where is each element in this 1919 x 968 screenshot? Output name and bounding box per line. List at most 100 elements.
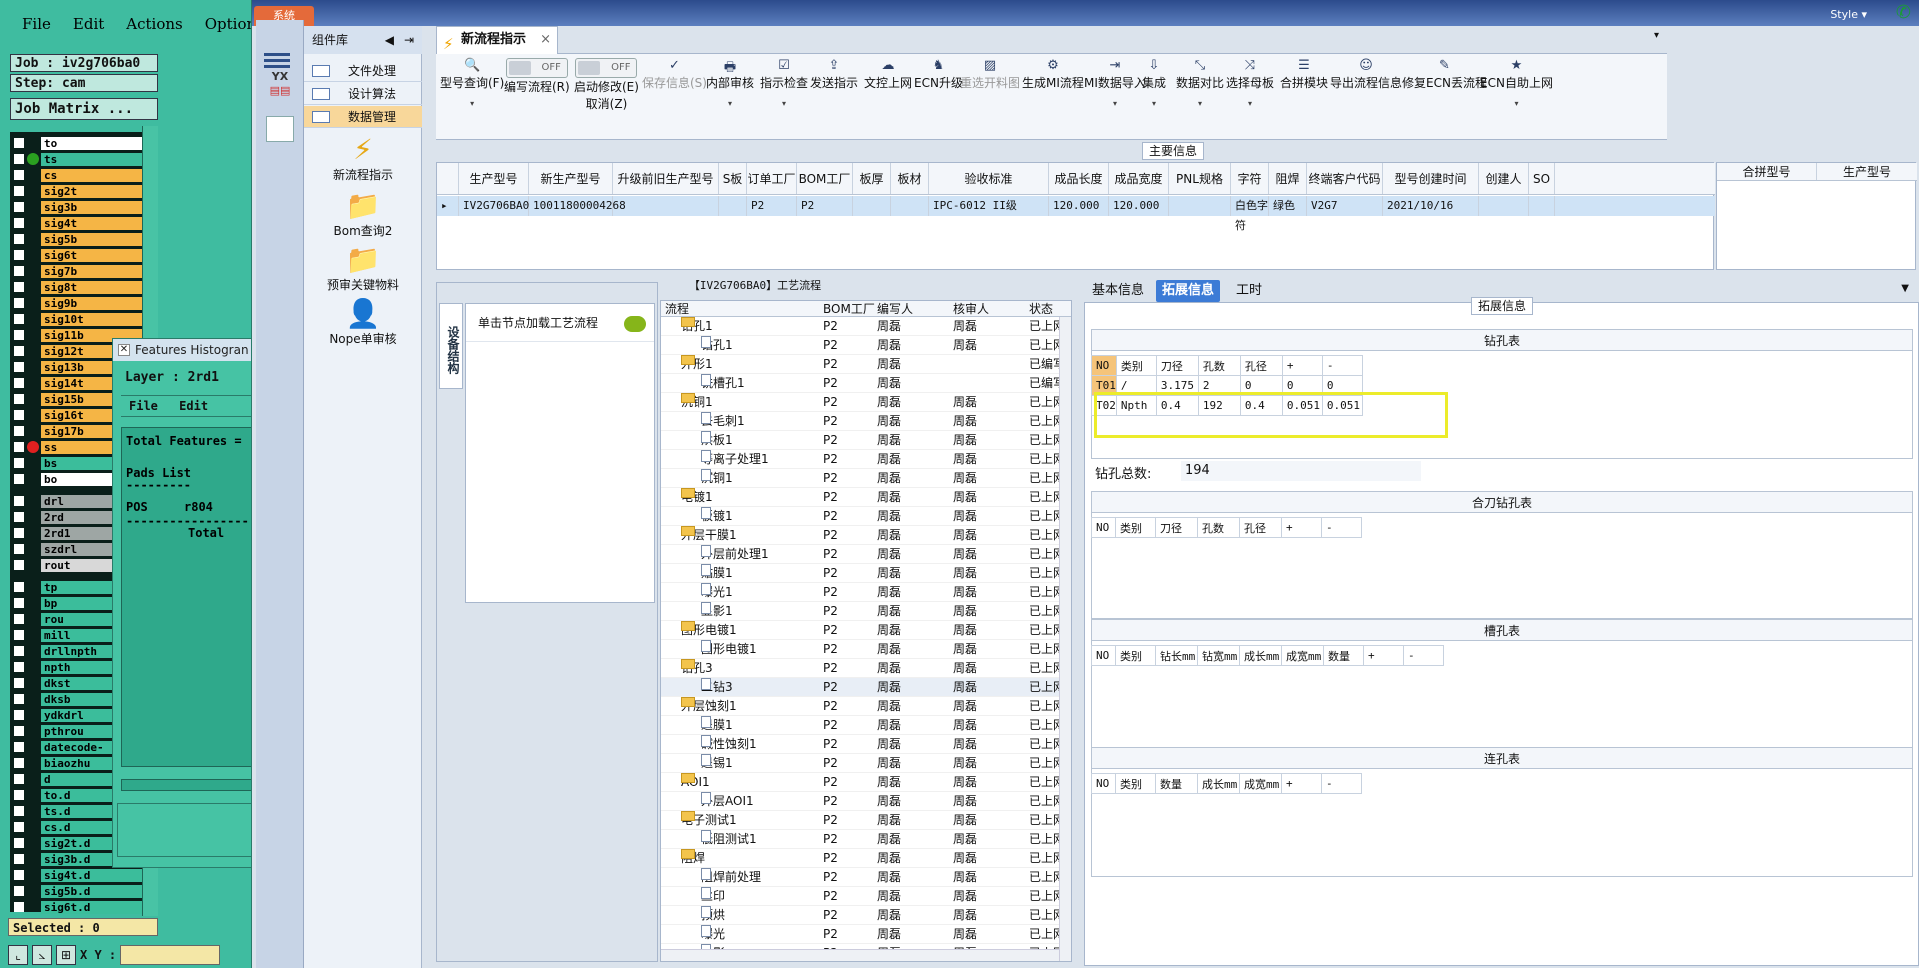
measure-icon[interactable]: ⦣	[32, 945, 52, 965]
layer-row[interactable]: sig6t	[14, 248, 144, 262]
grid-col-header[interactable]: PNL规格	[1169, 163, 1231, 194]
layer-checkbox[interactable]	[14, 378, 24, 388]
grid-col-header[interactable]: 成品长度	[1049, 163, 1109, 194]
tree-row[interactable]: 图形电镀1 P2 周磊 周磊 已上网	[661, 621, 1065, 640]
layer-checkbox[interactable]	[14, 410, 24, 420]
grid-col-header[interactable]: 创建人	[1479, 163, 1529, 194]
layer-checkbox[interactable]	[14, 790, 24, 800]
tree-row[interactable]: 外层干膜1 P2 周磊 周磊 已上网	[661, 526, 1065, 545]
nav-file-processing[interactable]: 文件处理	[304, 60, 422, 82]
features-menu-file[interactable]: File	[129, 399, 158, 413]
chevron-down-icon[interactable]: ▾	[1084, 99, 1146, 108]
row-selector[interactable]: ▸	[437, 196, 459, 216]
new-process-item[interactable]: ⚡ 新流程指示	[304, 134, 422, 183]
layer-checkbox[interactable]	[14, 886, 24, 896]
style-menu[interactable]: Style ▾	[1830, 8, 1867, 21]
chevron-down-icon[interactable]: ▾	[440, 99, 504, 108]
toolbar-button[interactable]: ▨ 重选开料图	[960, 58, 1020, 91]
layer-checkbox[interactable]	[14, 298, 24, 308]
tree-row[interactable]: 沉铜1 P2 周磊 周磊 已上网	[661, 469, 1065, 488]
layer-checkbox[interactable]	[14, 774, 24, 784]
layer-checkbox[interactable]	[14, 458, 24, 468]
calculator-icon[interactable]	[266, 116, 294, 142]
menu-actions[interactable]: Actions	[126, 15, 182, 33]
tree-row[interactable]: 板镀1 P2 周磊 周磊 已上网	[661, 507, 1065, 526]
layer-checkbox[interactable]	[14, 726, 24, 736]
layer-checkbox[interactable]	[14, 186, 24, 196]
toolbar-button[interactable]: ⇪ 发送指示	[810, 58, 858, 91]
layer-checkbox[interactable]	[14, 512, 24, 522]
layer-checkbox[interactable]	[14, 806, 24, 816]
layer-checkbox[interactable]	[14, 496, 24, 506]
tree-row[interactable]: 钻孔1 P2 周磊 周磊 已上网	[661, 336, 1065, 355]
layer-row[interactable]: sig4t.d	[14, 868, 144, 882]
layer-checkbox[interactable]	[14, 202, 24, 212]
tree-vscrollbar[interactable]	[1059, 317, 1071, 961]
toolbar-button[interactable]: ⚙ 生成MI流程	[1022, 58, 1084, 91]
tab-basic-info[interactable]: 基本信息	[1086, 280, 1150, 302]
tree-row[interactable]: 二钻3 P2 周磊 周磊 已上网	[661, 678, 1065, 697]
nav-back-icon[interactable]: ◀	[385, 26, 394, 54]
tree-row[interactable]: 去毛刺1 P2 周磊 周磊 已上网	[661, 412, 1065, 431]
grid-col-header[interactable]: 板厚	[853, 163, 891, 194]
tree-row[interactable]: 曝光1 P2 周磊 周磊 已上网	[661, 583, 1065, 602]
layer-checkbox[interactable]	[14, 528, 24, 538]
nav-pin-icon[interactable]: ⇥	[404, 26, 414, 54]
chat-bubble-icon[interactable]	[624, 316, 646, 332]
tab-extended-info[interactable]: 拓展信息	[1156, 280, 1221, 302]
toolbar-button[interactable]: OFF 编写流程(R)	[504, 58, 570, 95]
layer-checkbox[interactable]	[14, 870, 24, 880]
layer-row[interactable]: sig3b	[14, 200, 144, 214]
layer-row[interactable]: sig2t	[14, 184, 144, 198]
toggle-switch[interactable]: OFF	[505, 58, 568, 78]
tree-row[interactable]: 外形1 P2 周磊 已编写	[661, 355, 1065, 374]
grid-col-header[interactable]: BOM工厂	[797, 163, 853, 194]
tree-row[interactable]: 电子测试1 P2 周磊 周磊 已上网	[661, 811, 1065, 830]
layer-checkbox[interactable]	[14, 710, 24, 720]
chevron-down-icon[interactable]: ▾	[760, 99, 808, 108]
layer-checkbox[interactable]	[14, 614, 24, 624]
grid-col-header[interactable]: 型号创建时间	[1383, 163, 1479, 194]
layer-checkbox[interactable]	[14, 544, 24, 554]
tree-row[interactable]: 电镀1 P2 周磊 周磊 已上网	[661, 488, 1065, 507]
layer-checkbox[interactable]	[14, 838, 24, 848]
layer-checkbox[interactable]	[14, 742, 24, 752]
job-matrix-button[interactable]: Job Matrix ...	[10, 98, 158, 120]
tree-row[interactable]: 贴膜1 P2 周磊 周磊 已上网	[661, 564, 1065, 583]
tree-row[interactable]: 外层蚀刻1 P2 周磊 周磊 已上网	[661, 697, 1065, 716]
layer-checkbox[interactable]	[14, 582, 24, 592]
toolbar-button[interactable]: ⇥ MI数据导入 ▾	[1084, 58, 1146, 108]
layer-checkbox[interactable]	[14, 346, 24, 356]
layer-checkbox[interactable]	[14, 426, 24, 436]
tree-row[interactable]: 阻焊P2周磊周磊已上网	[661, 849, 1065, 868]
chevron-down-icon[interactable]: ▾	[1226, 99, 1274, 108]
tree-row[interactable]: 沉铜1 P2 周磊 周磊 已上网	[661, 393, 1065, 412]
layer-checkbox[interactable]	[14, 630, 24, 640]
chevron-down-icon[interactable]: ▾	[1480, 99, 1553, 108]
yx-logo-icon[interactable]: YX ▤▤	[266, 70, 294, 104]
toolbar-button[interactable]: 🔍 型号查询(F) ▾	[440, 58, 504, 108]
tree-row[interactable]: 退膜1 P2 周磊 周磊 已上网	[661, 716, 1065, 735]
layer-row[interactable]: cs	[14, 168, 144, 182]
grid-col-header[interactable]: 成品宽度	[1109, 163, 1169, 194]
grid-col-header[interactable]: 订单工厂	[747, 163, 797, 194]
toggle-switch[interactable]: OFF	[575, 58, 638, 78]
grid-col-header[interactable]: S板	[719, 163, 747, 194]
tree-row[interactable]: 碱性蚀刻1 P2 周磊 周磊 已上网	[661, 735, 1065, 754]
layer-checkbox[interactable]	[14, 758, 24, 768]
close-icon[interactable]: ✕	[118, 344, 130, 356]
toolbar-button[interactable]: ☑ 指示检查 ▾	[760, 58, 808, 108]
tree-row[interactable]: 显影1 P2 周磊 周磊 已上网	[661, 602, 1065, 621]
tab-overflow-icon[interactable]: ▾	[1654, 30, 1659, 41]
toolbar-button[interactable]: ♞ ECN升级	[914, 58, 963, 91]
grid-col-header[interactable]: 字符	[1231, 163, 1269, 194]
tree-row[interactable]: 丝印 P2 周磊 周磊 已上网	[661, 887, 1065, 906]
chevron-down-icon[interactable]: ▾	[1142, 99, 1166, 108]
toolbar-button[interactable]: OFF 启动修改(E) 取消(Z)	[574, 58, 639, 112]
tab-new-process[interactable]: ⚡ 新流程指示 ×	[436, 26, 558, 54]
layer-checkbox[interactable]	[14, 474, 24, 484]
toolbar-button[interactable]: ✓ 保存信息(S)	[642, 58, 707, 91]
layer-checkbox[interactable]	[14, 330, 24, 340]
grid-col-header[interactable]: 验收标准	[929, 163, 1049, 194]
snap-icon[interactable]: ⌞	[8, 945, 28, 965]
